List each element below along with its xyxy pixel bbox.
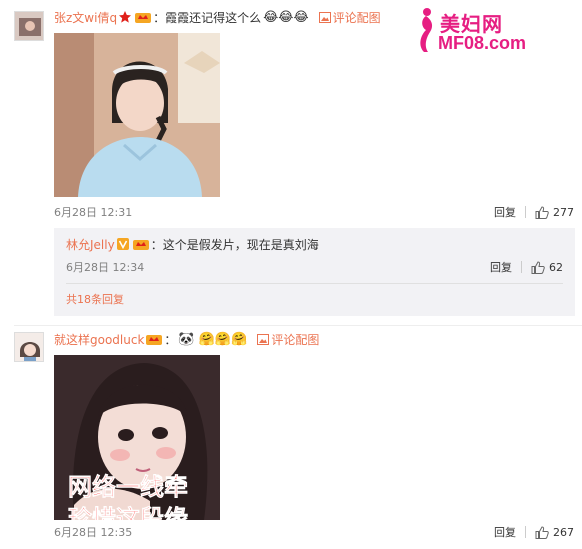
comment-photo[interactable]: 网络一线牵 珍惜这段缘 bbox=[54, 355, 220, 520]
comment-item: 就这样goodluck ： 🐼 🤗🤗🤗 评论配图 网络一线牵 珍惜这段缘 6月2… bbox=[0, 326, 582, 549]
avatar[interactable] bbox=[14, 11, 44, 41]
thumbs-up-icon bbox=[535, 525, 549, 539]
like-count: 62 bbox=[549, 260, 563, 274]
divider bbox=[66, 283, 563, 284]
username-link[interactable]: 张z文wi倩q bbox=[54, 9, 117, 26]
vip-crown-icon[interactable] bbox=[134, 10, 152, 24]
separator bbox=[521, 261, 522, 273]
like-count: 267 bbox=[553, 525, 574, 539]
reply-username-link[interactable]: 林允Jelly bbox=[66, 236, 115, 253]
username-link[interactable]: 就这样goodluck bbox=[54, 331, 144, 348]
comment-photo[interactable] bbox=[54, 33, 220, 197]
reply-meta: 6月28日 12:34 回复 62 bbox=[66, 259, 563, 275]
star-badge-icon[interactable] bbox=[118, 10, 132, 24]
timestamp: 6月28日 12:35 bbox=[54, 526, 133, 539]
reply-timestamp: 6月28日 12:34 bbox=[66, 261, 145, 274]
picture-icon bbox=[257, 333, 270, 345]
emoji-laugh-icon: 😂😂😂 bbox=[263, 9, 309, 25]
comment-picture-link[interactable]: 评论配图 bbox=[257, 331, 319, 348]
reply-header: 林允Jelly ：这个是假发片，现在是真刘海 bbox=[66, 236, 319, 252]
comment-item: 张z文wi倩q ：霞霞还记得这个么 😂😂😂 评论配图 6月28日 12:31 回 bbox=[0, 0, 582, 228]
separator bbox=[525, 526, 526, 538]
view-all-replies-link[interactable]: 共18条回复 bbox=[66, 291, 124, 307]
avatar[interactable] bbox=[14, 332, 44, 362]
emoji-hug-icon: 🐼 🤗🤗🤗 bbox=[178, 331, 248, 347]
reply-text: ：这个是假发片，现在是真刘海 bbox=[150, 237, 319, 252]
thumbs-up-icon bbox=[535, 205, 549, 219]
reply-button[interactable]: 回复 bbox=[494, 524, 516, 540]
thumbs-up-icon bbox=[531, 260, 545, 274]
like-count: 277 bbox=[553, 205, 574, 219]
separator bbox=[525, 206, 526, 218]
comment-text: ：霞霞还记得这个么 bbox=[153, 10, 262, 25]
comment-meta: 6月28日 12:31 回复 277 bbox=[54, 204, 574, 220]
like-button[interactable]: 277 bbox=[535, 206, 574, 219]
comment-picture-link[interactable]: 评论配图 bbox=[318, 9, 381, 26]
reply-button[interactable]: 回复 bbox=[490, 259, 512, 275]
reply-box: 林允Jelly ：这个是假发片，现在是真刘海 6月28日 12:34 回复 62… bbox=[54, 228, 575, 316]
like-button[interactable]: 267 bbox=[535, 526, 574, 539]
photo-caption-line-1: 网络一线牵 bbox=[68, 473, 188, 501]
timestamp: 6月28日 12:31 bbox=[54, 206, 133, 219]
picture-icon bbox=[318, 11, 331, 23]
reply-button[interactable]: 回复 bbox=[494, 204, 516, 220]
comment-meta: 6月28日 12:35 回复 267 bbox=[54, 524, 574, 540]
comment-text: ： bbox=[164, 332, 177, 347]
verified-icon[interactable] bbox=[116, 237, 130, 251]
vip-crown-icon[interactable] bbox=[145, 332, 163, 346]
vip-crown-icon[interactable] bbox=[132, 237, 150, 251]
comment-header: 张z文wi倩q ：霞霞还记得这个么 😂😂😂 评论配图 bbox=[54, 9, 381, 25]
comment-header: 就这样goodluck ： 🐼 🤗🤗🤗 评论配图 bbox=[54, 331, 319, 347]
photo-caption-line-2: 珍惜这段缘 bbox=[68, 505, 188, 520]
like-button[interactable]: 62 bbox=[531, 261, 563, 274]
